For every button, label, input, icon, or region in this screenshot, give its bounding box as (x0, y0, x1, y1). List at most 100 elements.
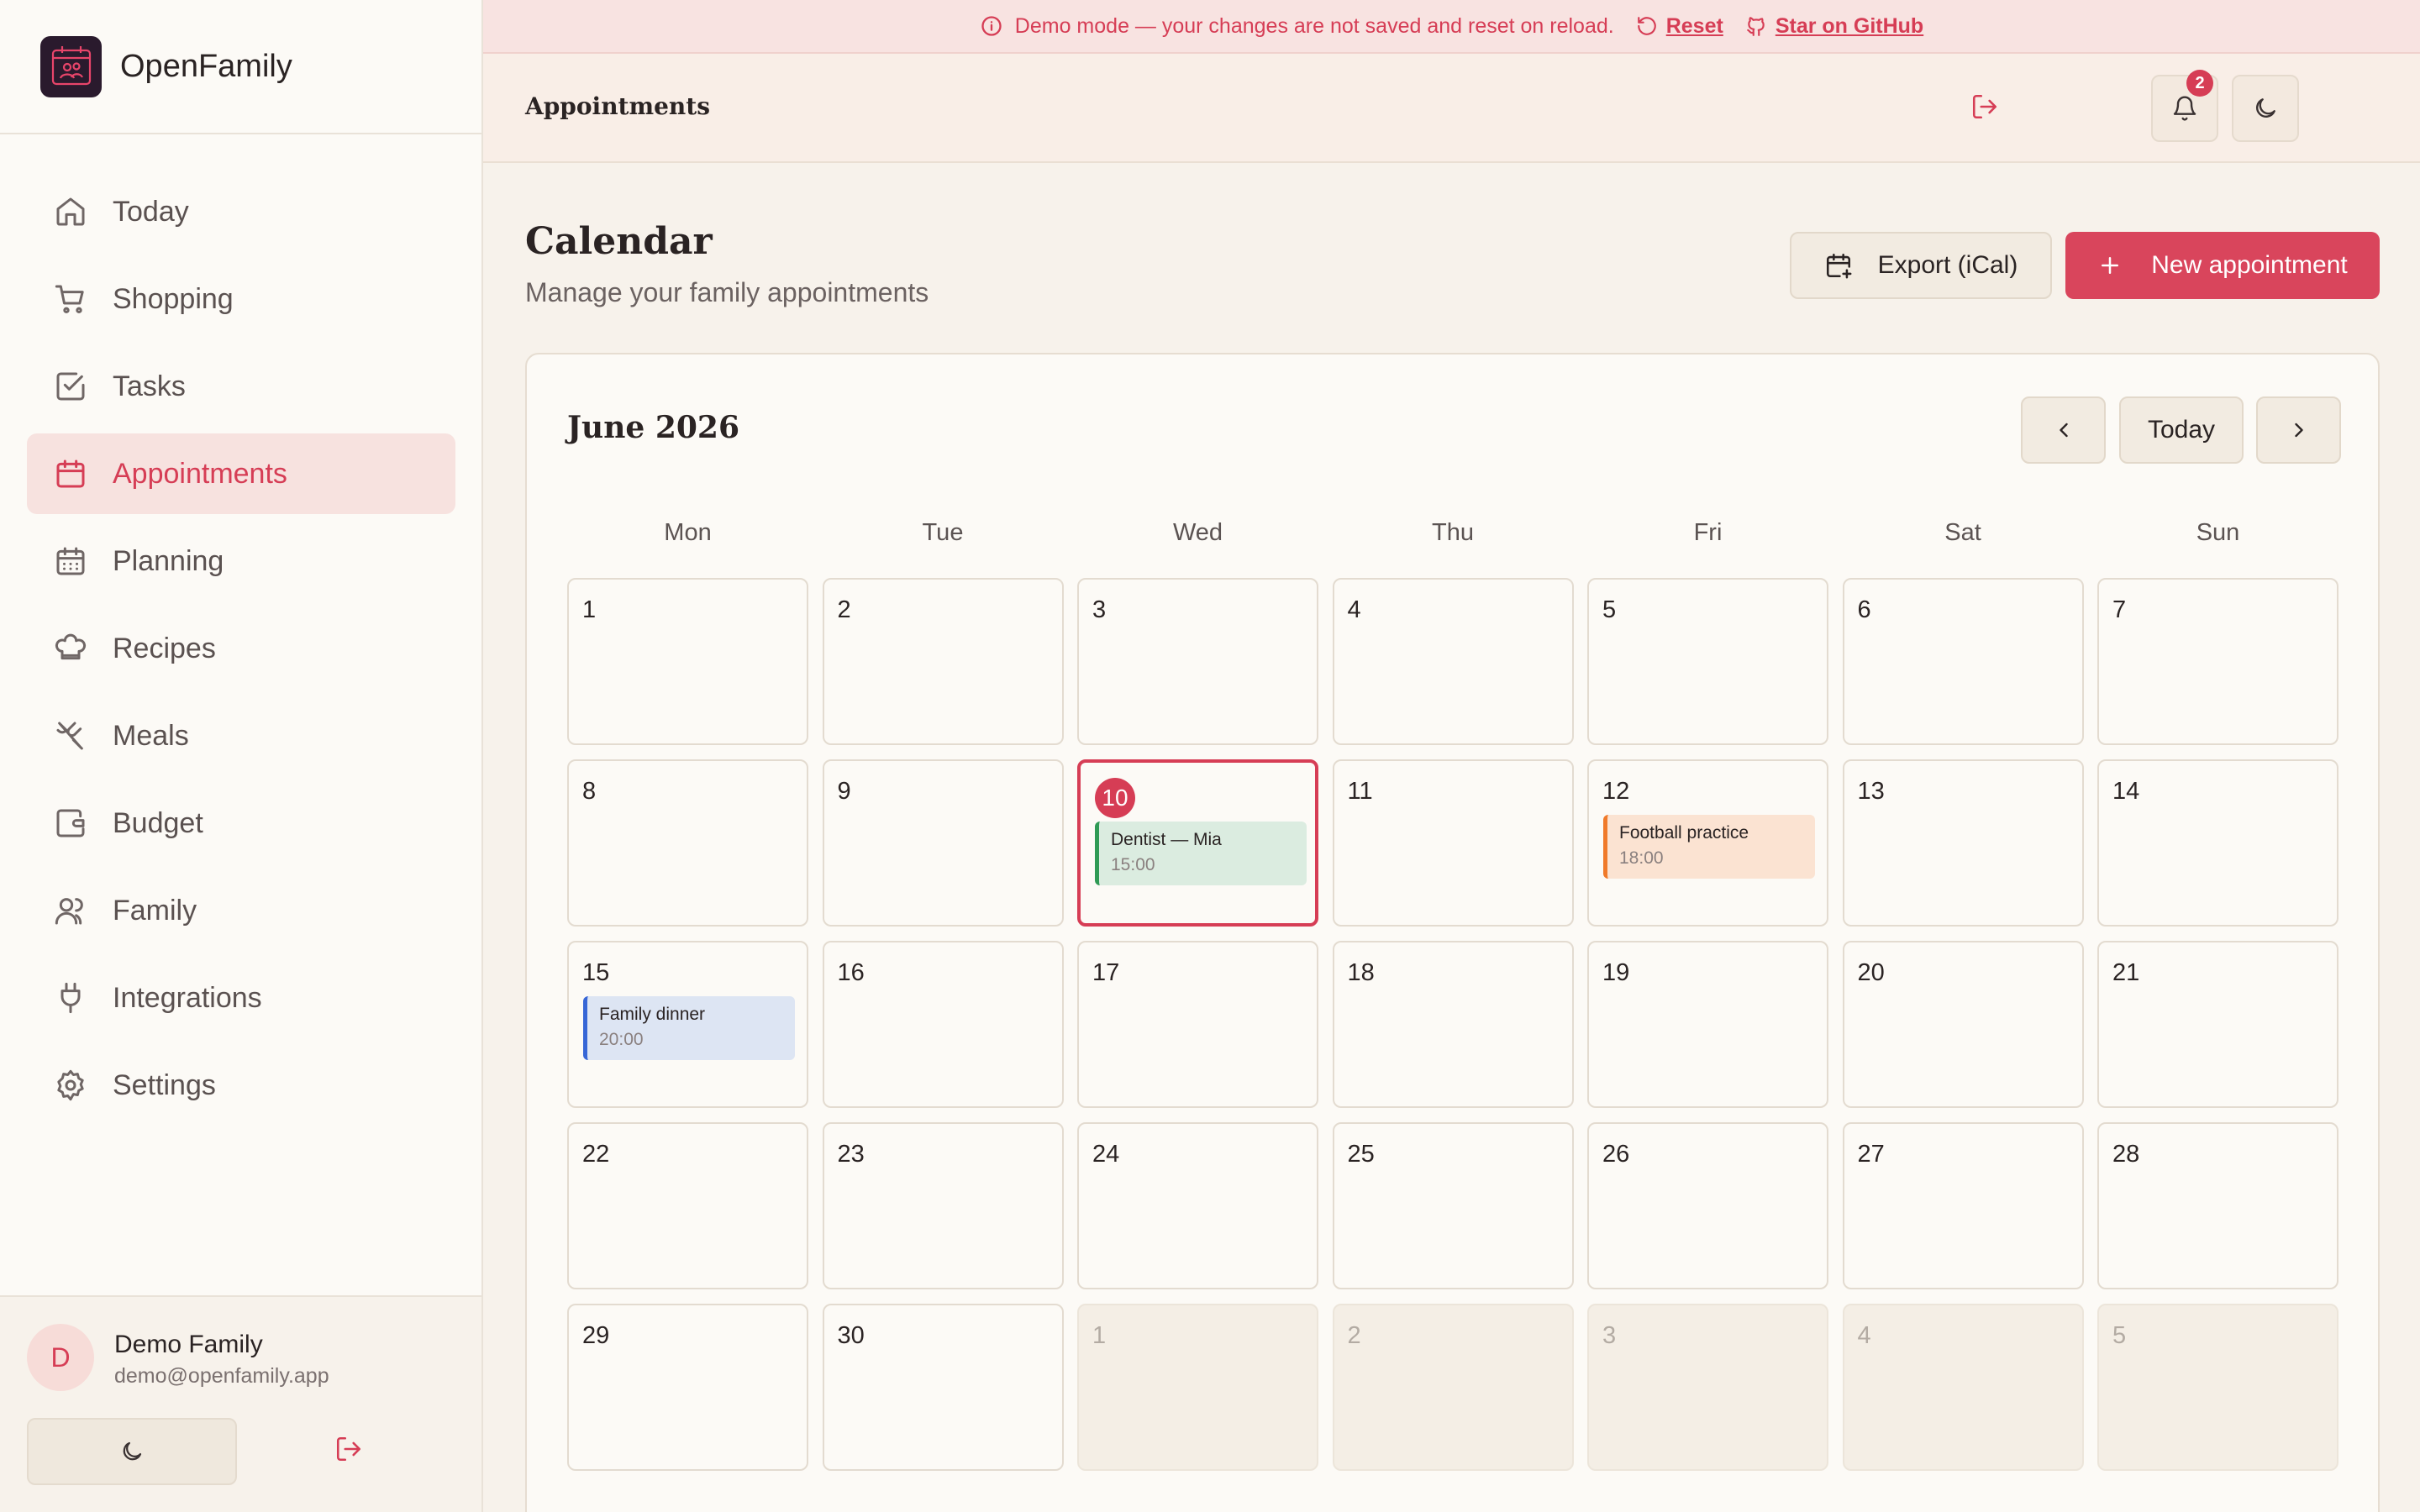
users-icon (54, 894, 87, 927)
day-number: 14 (2112, 778, 2140, 805)
day-cell[interactable]: 8 (567, 759, 808, 927)
moon-icon (119, 1439, 145, 1464)
today-button[interactable]: Today (2119, 396, 2244, 464)
day-cell[interactable]: 23 (822, 1122, 1064, 1289)
day-number: 22 (582, 1141, 610, 1168)
day-cell[interactable]: 17 (1077, 941, 1318, 1108)
info-icon (980, 14, 1003, 38)
weekday-header: Thu (1432, 519, 1474, 546)
day-cell[interactable]: 5 (2097, 1304, 2338, 1471)
weekday-header: Mon (664, 519, 712, 546)
day-cell[interactable]: 20 (1842, 941, 2084, 1108)
header-theme-button[interactable] (2232, 75, 2299, 142)
notifications-button[interactable]: 2 (2151, 70, 2218, 142)
user-panel: D Demo Family demo@openfamily.app (0, 1295, 481, 1512)
github-link[interactable]: Star on GitHub (1776, 14, 1923, 39)
day-number: 28 (2112, 1141, 2140, 1168)
day-cell[interactable]: 13 (1842, 759, 2084, 927)
day-cell[interactable]: 16 (822, 941, 1064, 1108)
sidebar-item-budget[interactable]: Budget (27, 783, 455, 864)
theme-toggle-button[interactable] (27, 1418, 237, 1485)
new-appointment-label: New appointment (2151, 251, 2348, 279)
calendar-grid-icon (54, 544, 87, 578)
sidebar-item-today[interactable]: Today (27, 171, 455, 252)
event-chip[interactable]: Dentist — Mia 15:00 (1095, 822, 1307, 885)
export-ical-button[interactable]: Export (iCal) (1790, 232, 2052, 299)
demo-message: Demo mode — your changes are not saved a… (1014, 13, 1614, 38)
event-time: 18:00 (1619, 848, 1664, 868)
brand[interactable]: OpenFamily (0, 0, 481, 134)
day-number: 11 (1347, 778, 1373, 805)
day-cell[interactable]: 2 (1332, 1304, 1574, 1471)
next-month-button[interactable] (2256, 396, 2341, 464)
prev-month-button[interactable] (2021, 396, 2106, 464)
notification-badge: 2 (2186, 70, 2213, 97)
export-label: Export (iCal) (1877, 251, 2018, 279)
sidebar-item-label: Planning (113, 544, 224, 577)
day-cell[interactable]: 18 (1332, 941, 1574, 1108)
day-cell[interactable]: 3 (1587, 1304, 1828, 1471)
logout-icon (334, 1435, 363, 1463)
sidebar-item-appointments[interactable]: Appointments (27, 433, 455, 514)
day-cell[interactable]: 2 (822, 578, 1064, 745)
day-cell[interactable]: 24 (1077, 1122, 1318, 1289)
sidebar-nav: Today Shopping Tasks Appointments Planni… (27, 171, 455, 1132)
logout-button[interactable] (334, 1435, 363, 1463)
sidebar-item-label: Recipes (113, 632, 216, 664)
day-cell[interactable]: 11 (1332, 759, 1574, 927)
day-cell[interactable]: 29 (567, 1304, 808, 1471)
day-cell[interactable]: 22 (567, 1122, 808, 1289)
sidebar-item-settings[interactable]: Settings (27, 1045, 455, 1126)
day-cell[interactable]: 9 (822, 759, 1064, 927)
day-cell-today[interactable]: 10 Dentist — Mia 15:00 (1077, 759, 1318, 927)
event-title: Dentist — Mia (1111, 830, 1222, 849)
sidebar-item-planning[interactable]: Planning (27, 521, 455, 601)
day-cell[interactable]: 1 (567, 578, 808, 745)
event-chip[interactable]: Football practice 18:00 (1603, 815, 1815, 879)
day-cell[interactable]: 28 (2097, 1122, 2338, 1289)
chef-hat-icon (54, 632, 87, 665)
day-cell[interactable]: 19 (1587, 941, 1828, 1108)
month-label: June 2026 (567, 410, 740, 445)
sidebar-item-integrations[interactable]: Integrations (27, 958, 455, 1038)
day-number: 17 (1092, 959, 1120, 986)
day-number: 19 (1602, 959, 1630, 986)
new-appointment-button[interactable]: New appointment (2065, 232, 2380, 299)
event-chip[interactable]: Family dinner 20:00 (583, 996, 795, 1060)
day-number: 20 (1857, 959, 1885, 986)
day-cell[interactable]: 6 (1842, 578, 2084, 745)
sidebar-item-family[interactable]: Family (27, 870, 455, 951)
sidebar-item-label: Appointments (113, 457, 287, 490)
reset-link[interactable]: Reset (1666, 14, 1723, 39)
day-cell[interactable]: 4 (1332, 578, 1574, 745)
day-cell[interactable]: 15 Family dinner 20:00 (567, 941, 808, 1108)
day-number: 24 (1092, 1141, 1120, 1168)
day-cell[interactable]: 14 (2097, 759, 2338, 927)
day-cell[interactable]: 25 (1332, 1122, 1574, 1289)
sidebar-item-shopping[interactable]: Shopping (27, 259, 455, 339)
day-cell[interactable]: 26 (1587, 1122, 1828, 1289)
logout-icon (1970, 92, 1999, 121)
user-name: Demo Family (114, 1331, 263, 1358)
day-cell[interactable]: 1 (1077, 1304, 1318, 1471)
sidebar-item-recipes[interactable]: Recipes (27, 608, 455, 689)
day-number: 1 (582, 596, 597, 623)
day-cell[interactable]: 5 (1587, 578, 1828, 745)
day-cell[interactable]: 4 (1842, 1304, 2084, 1471)
header-logout-button[interactable] (1970, 92, 1999, 121)
day-cell[interactable]: 27 (1842, 1122, 2084, 1289)
sidebar-item-label: Shopping (113, 282, 234, 315)
sidebar-item-tasks[interactable]: Tasks (27, 346, 455, 427)
calendar-icon (54, 457, 87, 491)
day-cell[interactable]: 3 (1077, 578, 1318, 745)
app-name: OpenFamily (120, 48, 292, 84)
day-number: 5 (2112, 1322, 2127, 1349)
day-cell[interactable]: 30 (822, 1304, 1064, 1471)
day-number: 26 (1602, 1141, 1630, 1168)
demo-banner: Demo mode — your changes are not saved a… (483, 0, 2420, 54)
day-cell[interactable]: 12 Football practice 18:00 (1587, 759, 1828, 927)
sidebar-item-meals[interactable]: Meals (27, 696, 455, 776)
day-number: 18 (1347, 959, 1375, 986)
day-cell[interactable]: 21 (2097, 941, 2338, 1108)
day-cell[interactable]: 7 (2097, 578, 2338, 745)
